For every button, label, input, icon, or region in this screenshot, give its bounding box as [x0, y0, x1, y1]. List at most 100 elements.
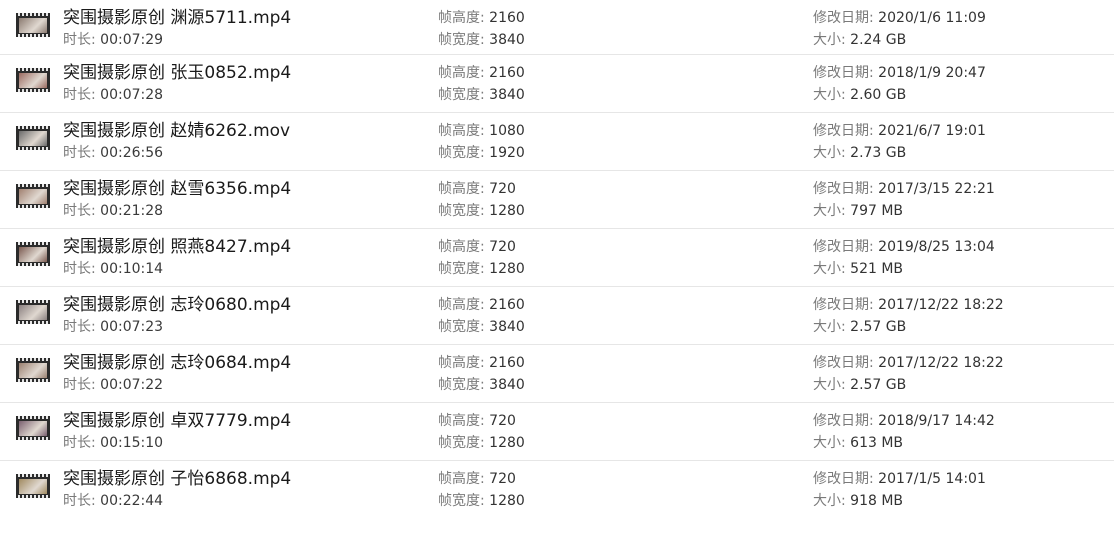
- file-row[interactable]: 突围摄影原创 渊源5711.mp4 时长: 00:07:29 帧高度: 2160…: [0, 0, 1114, 55]
- file-name[interactable]: 突围摄影原创 照燕8427.mp4: [63, 232, 291, 257]
- file-name[interactable]: 突围摄影原创 子怡6868.mp4: [63, 464, 291, 489]
- size-label: 大小:: [813, 319, 846, 335]
- video-thumbnail-icon[interactable]: [16, 242, 50, 266]
- thumbnail-frame: [19, 247, 47, 262]
- duration-field: 时长: 00:07:22: [63, 374, 163, 394]
- frame-width-field: 帧宽度: 3840: [438, 316, 525, 336]
- frame-height-label: 帧高度:: [438, 297, 485, 313]
- file-row[interactable]: 突围摄影原创 志玲0680.mp4 时长: 00:07:23 帧高度: 2160…: [0, 287, 1114, 345]
- thumbnail-frame: [19, 189, 47, 204]
- video-thumbnail-icon[interactable]: [16, 126, 50, 150]
- duration-label: 时长:: [63, 493, 96, 509]
- file-name[interactable]: 突围摄影原创 赵雪6356.mp4: [63, 174, 291, 199]
- frame-width-label: 帧宽度:: [438, 493, 485, 509]
- frame-height-label: 帧高度:: [438, 239, 485, 255]
- file-row[interactable]: 突围摄影原创 赵雪6356.mp4 时长: 00:21:28 帧高度: 720 …: [0, 171, 1114, 229]
- duration-label: 时长:: [63, 145, 96, 161]
- modified-date-field: 修改日期: 2020/1/6 11:09: [813, 7, 986, 27]
- frame-width-field: 帧宽度: 3840: [438, 29, 525, 49]
- duration-label: 时长:: [63, 261, 96, 277]
- modified-date-field: 修改日期: 2017/3/15 22:21: [813, 178, 995, 198]
- duration-field: 时长: 00:10:14: [63, 258, 163, 278]
- frame-height-label: 帧高度:: [438, 123, 485, 139]
- size-label: 大小:: [813, 145, 846, 161]
- frame-height-value: 2160: [489, 10, 525, 26]
- file-row[interactable]: 突围摄影原创 卓双7779.mp4 时长: 00:15:10 帧高度: 720 …: [0, 403, 1114, 461]
- file-row[interactable]: 突围摄影原创 赵婧6262.mov 时长: 00:26:56 帧高度: 1080…: [0, 113, 1114, 171]
- file-name[interactable]: 突围摄影原创 张玉0852.mp4: [63, 58, 291, 83]
- duration-value: 00:07:22: [100, 377, 164, 393]
- modified-date-field: 修改日期: 2018/9/17 14:42: [813, 410, 995, 430]
- frame-width-label: 帧宽度:: [438, 32, 485, 48]
- frame-width-value: 3840: [489, 319, 525, 335]
- frame-width-label: 帧宽度:: [438, 87, 485, 103]
- video-thumbnail-icon[interactable]: [16, 13, 50, 37]
- video-thumbnail-icon[interactable]: [16, 300, 50, 324]
- frame-height-field: 帧高度: 2160: [438, 7, 525, 27]
- duration-field: 时长: 00:21:28: [63, 200, 163, 220]
- file-list: 突围摄影原创 渊源5711.mp4 时长: 00:07:29 帧高度: 2160…: [0, 0, 1114, 534]
- file-name[interactable]: 突围摄影原创 赵婧6262.mov: [63, 116, 290, 141]
- size-label: 大小:: [813, 493, 846, 509]
- modified-date-value: 2019/8/25 13:04: [878, 239, 995, 255]
- frame-width-label: 帧宽度:: [438, 377, 485, 393]
- file-row[interactable]: 突围摄影原创 子怡6868.mp4 时长: 00:22:44 帧高度: 720 …: [0, 461, 1114, 519]
- file-name[interactable]: 突围摄影原创 卓双7779.mp4: [63, 406, 291, 431]
- size-label: 大小:: [813, 261, 846, 277]
- file-name[interactable]: 突围摄影原创 志玲0684.mp4: [63, 348, 291, 373]
- modified-date-field: 修改日期: 2017/12/22 18:22: [813, 352, 1004, 372]
- frame-height-field: 帧高度: 1080: [438, 120, 525, 140]
- modified-date-label: 修改日期:: [813, 65, 874, 81]
- frame-height-field: 帧高度: 720: [438, 468, 516, 488]
- duration-value: 00:15:10: [100, 435, 164, 451]
- file-name[interactable]: 突围摄影原创 志玲0680.mp4: [63, 290, 291, 315]
- modified-date-label: 修改日期:: [813, 181, 874, 197]
- modified-date-value: 2017/1/5 14:01: [878, 471, 986, 487]
- size-label: 大小:: [813, 32, 846, 48]
- file-row[interactable]: 突围摄影原创 张玉0852.mp4 时长: 00:07:28 帧高度: 2160…: [0, 55, 1114, 113]
- thumbnail-frame: [19, 18, 47, 33]
- frame-width-value: 1280: [489, 203, 525, 219]
- modified-date-value: 2021/6/7 19:01: [878, 123, 986, 139]
- file-row[interactable]: 突围摄影原创 志玲0684.mp4 时长: 00:07:22 帧高度: 2160…: [0, 345, 1114, 403]
- duration-field: 时长: 00:07:29: [63, 29, 163, 49]
- modified-date-field: 修改日期: 2018/1/9 20:47: [813, 62, 986, 82]
- size-field: 大小: 613 MB: [813, 432, 903, 452]
- duration-value: 00:22:44: [100, 493, 164, 509]
- duration-value: 00:07:29: [100, 32, 164, 48]
- size-field: 大小: 918 MB: [813, 490, 903, 510]
- modified-date-label: 修改日期:: [813, 413, 874, 429]
- video-thumbnail-icon[interactable]: [16, 68, 50, 92]
- file-name[interactable]: 突围摄影原创 渊源5711.mp4: [63, 3, 291, 28]
- modified-date-value: 2018/9/17 14:42: [878, 413, 995, 429]
- thumbnail-frame: [19, 305, 47, 320]
- frame-height-field: 帧高度: 2160: [438, 352, 525, 372]
- modified-date-label: 修改日期:: [813, 297, 874, 313]
- frame-width-field: 帧宽度: 1280: [438, 432, 525, 452]
- size-field: 大小: 2.60 GB: [813, 84, 906, 104]
- video-thumbnail-icon[interactable]: [16, 416, 50, 440]
- size-value: 2.24 GB: [850, 32, 907, 48]
- duration-value: 00:07:23: [100, 319, 164, 335]
- frame-height-field: 帧高度: 2160: [438, 62, 525, 82]
- frame-height-label: 帧高度:: [438, 10, 485, 26]
- duration-label: 时长:: [63, 87, 96, 103]
- frame-width-value: 1280: [489, 435, 525, 451]
- size-value: 613 MB: [850, 435, 904, 451]
- modified-date-value: 2020/1/6 11:09: [878, 10, 986, 26]
- frame-height-field: 帧高度: 720: [438, 236, 516, 256]
- duration-field: 时长: 00:15:10: [63, 432, 163, 452]
- video-thumbnail-icon[interactable]: [16, 474, 50, 498]
- frame-height-value: 720: [489, 471, 516, 487]
- video-thumbnail-icon[interactable]: [16, 184, 50, 208]
- duration-field: 时长: 00:07:23: [63, 316, 163, 336]
- frame-height-label: 帧高度:: [438, 65, 485, 81]
- frame-height-field: 帧高度: 720: [438, 178, 516, 198]
- size-label: 大小:: [813, 435, 846, 451]
- frame-width-label: 帧宽度:: [438, 261, 485, 277]
- file-row[interactable]: 突围摄影原创 照燕8427.mp4 时长: 00:10:14 帧高度: 720 …: [0, 229, 1114, 287]
- frame-width-value: 1920: [489, 145, 525, 161]
- duration-label: 时长:: [63, 377, 96, 393]
- frame-height-value: 2160: [489, 65, 525, 81]
- video-thumbnail-icon[interactable]: [16, 358, 50, 382]
